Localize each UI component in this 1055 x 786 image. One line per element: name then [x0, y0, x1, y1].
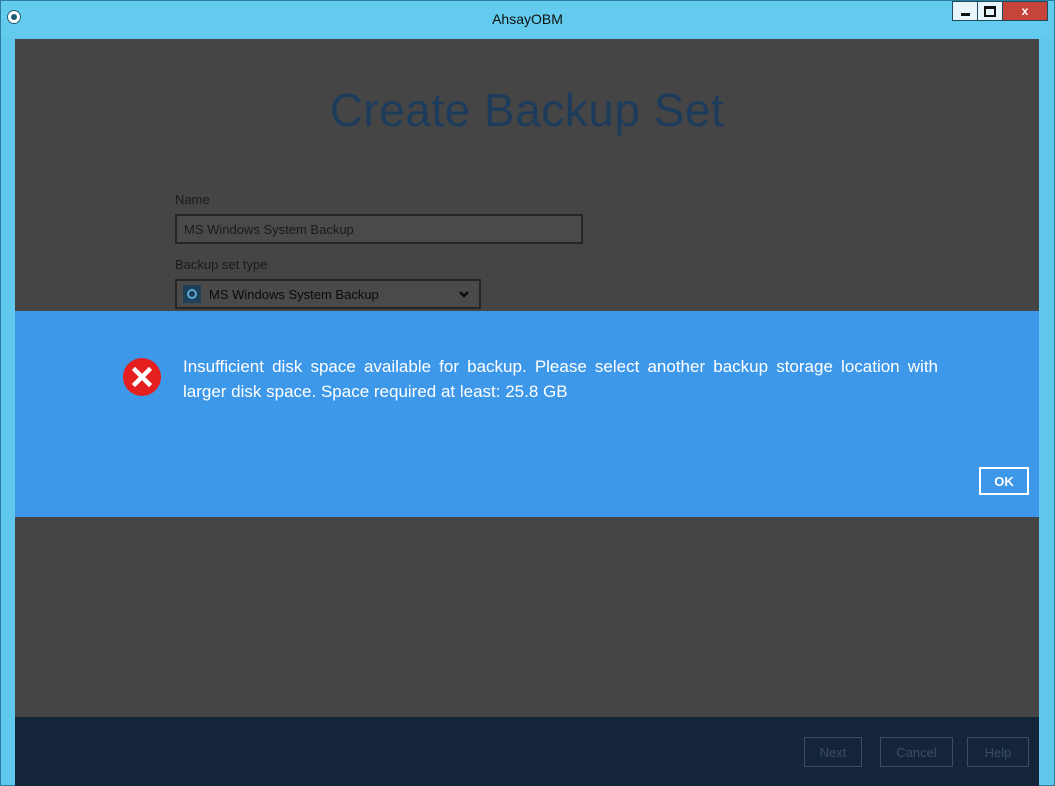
backup-set-type-label: Backup set type — [175, 257, 268, 272]
minimize-button[interactable] — [952, 1, 978, 21]
error-message: Insufficient disk space available for ba… — [183, 357, 938, 401]
error-x-glyph — [132, 367, 152, 387]
ok-button[interactable]: OK — [979, 467, 1029, 495]
windows-system-backup-icon — [183, 285, 201, 303]
close-button[interactable]: x — [1002, 1, 1048, 21]
name-label: Name — [175, 192, 210, 207]
maximize-button[interactable] — [977, 1, 1003, 21]
page-title: Create Backup Set — [329, 84, 725, 136]
help-button[interactable]: Help — [967, 737, 1029, 767]
error-icon — [123, 358, 161, 396]
chevron-down-icon — [459, 291, 469, 298]
cancel-button[interactable]: Cancel — [880, 737, 953, 767]
backup-set-type-value: MS Windows System Backup — [209, 286, 379, 302]
close-icon: x — [1021, 4, 1029, 18]
error-dialog: Insufficient disk space available for ba… — [15, 311, 1039, 517]
window-title: AhsayOBM — [492, 11, 563, 27]
next-button[interactable]: Next — [804, 737, 862, 767]
footer-bar: Next Cancel Help — [15, 717, 1039, 786]
maximize-icon — [984, 5, 996, 17]
minimize-icon — [960, 12, 970, 16]
backup-set-type-select[interactable]: MS Windows System Backup — [175, 279, 481, 309]
app-window: AhsayOBM x Create Backup Set Name Backup… — [0, 0, 1055, 786]
window-controls: x — [952, 1, 1048, 22]
name-input[interactable] — [175, 214, 583, 244]
title-bar[interactable]: AhsayOBM x — [1, 1, 1054, 38]
